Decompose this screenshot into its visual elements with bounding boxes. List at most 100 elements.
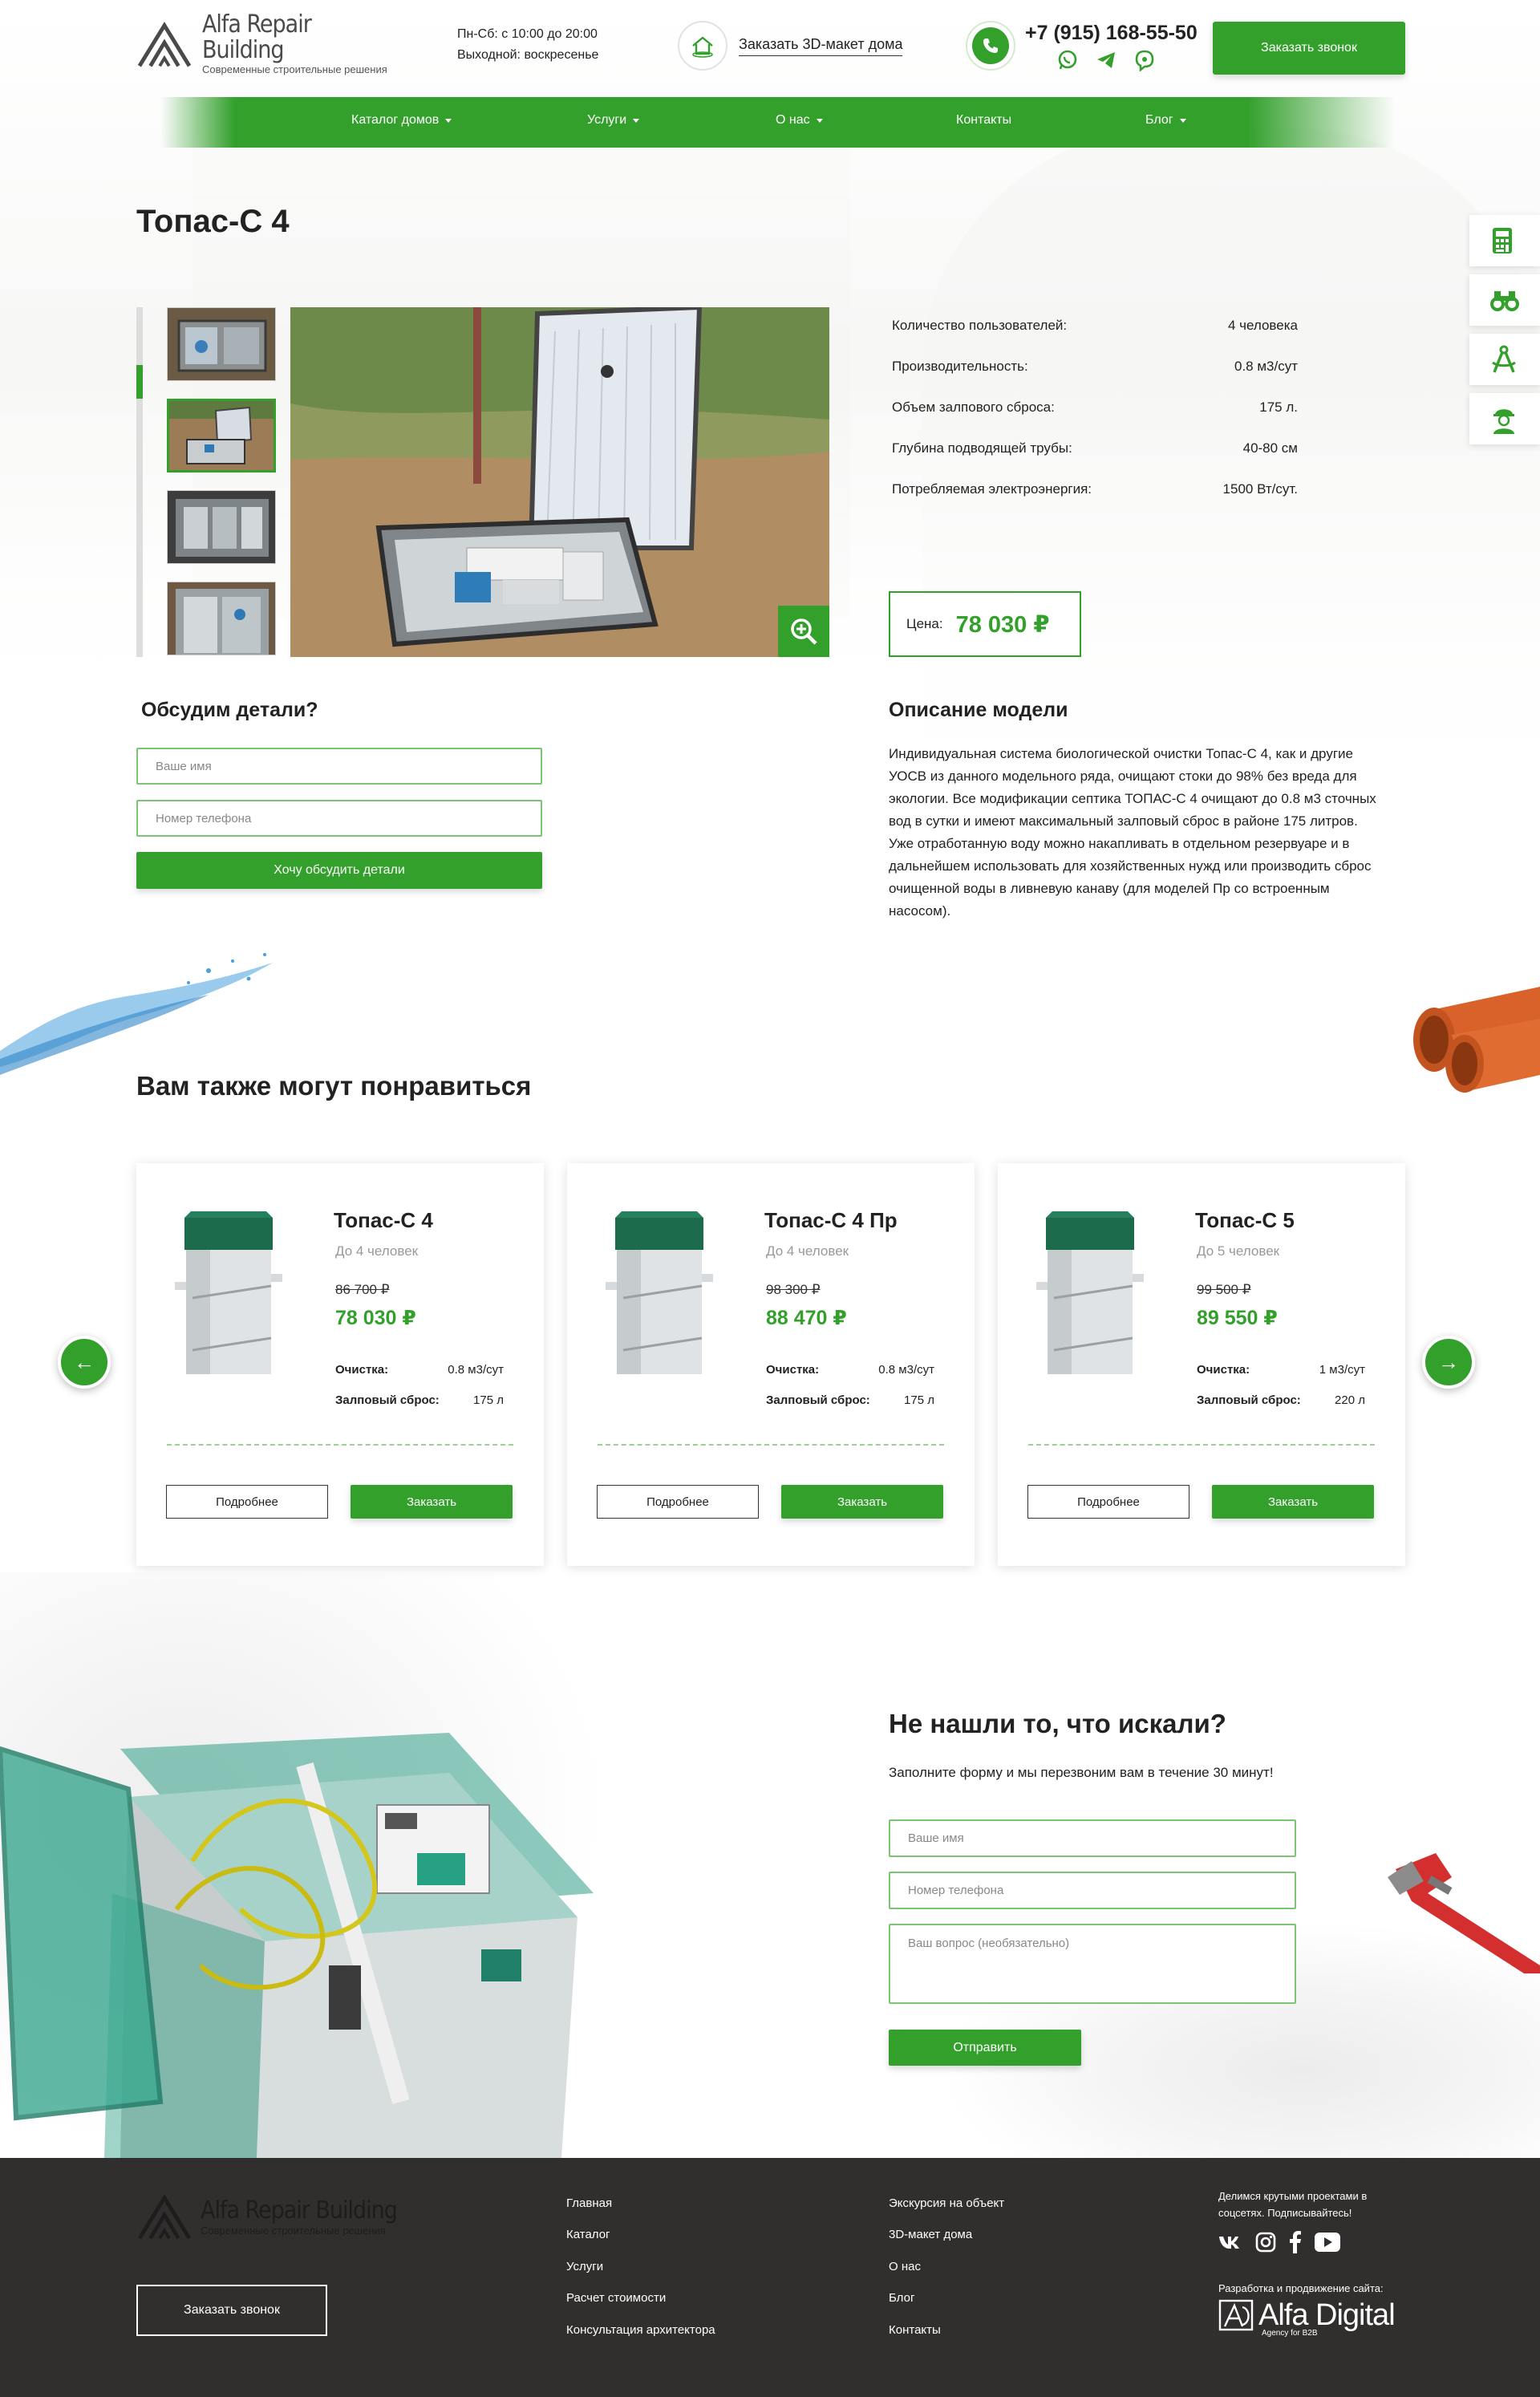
footer-link-blog[interactable]: Блог <box>889 2291 914 2305</box>
footer-link-about[interactable]: О нас <box>889 2260 921 2273</box>
card-divider <box>598 1444 944 1446</box>
spec-row: Объем залпового сброса: 175 л. <box>892 387 1298 428</box>
card-spec-row: Залповый сброс: 175 л <box>335 1393 504 1407</box>
contact-form-title: Не нашли то, что искали? <box>889 1709 1226 1738</box>
gallery-thumbnail-active[interactable] <box>167 399 276 473</box>
chevron-down-icon <box>445 118 452 123</box>
price-box: Цена: 78 030 ₽ <box>889 591 1081 657</box>
nav-item-about[interactable]: О нас <box>776 113 823 128</box>
card-order-button[interactable]: Заказать <box>1212 1485 1374 1519</box>
social-note: Делимся крутыми проектами в соцсетях. По… <box>1218 2190 1368 2219</box>
footer-link-3d-model[interactable]: 3D-макет дома <box>889 2228 972 2241</box>
card-details-button[interactable]: Подробнее <box>597 1485 759 1519</box>
discuss-submit-button[interactable]: Хочу обсудить детали <box>136 852 542 889</box>
carousel-next-arrow[interactable]: → <box>1422 1336 1475 1389</box>
spec-label: Потребляемая электроэнергия: <box>892 481 1092 497</box>
product-card[interactable]: Топас-С 4 До 4 человек 86 700 ₽ 78 030 ₽… <box>136 1163 544 1566</box>
card-spec-value: 220 л <box>1335 1393 1365 1407</box>
discuss-phone-input[interactable]: Номер телефона <box>136 800 542 837</box>
card-details-button[interactable]: Подробнее <box>166 1485 328 1519</box>
contact-question-textarea[interactable]: Ваш вопрос (необязательно) <box>889 1924 1296 2004</box>
house-3d-icon <box>678 21 727 71</box>
product-card[interactable]: Топас-С 4 Пр До 4 человек 98 300 ₽ 88 47… <box>567 1163 975 1566</box>
gallery-scrollbar[interactable] <box>136 307 143 657</box>
order-3d-model-label[interactable]: Заказать 3D-макет дома <box>739 36 903 56</box>
card-spec-value: 0.8 м3/сут <box>448 1363 504 1377</box>
whatsapp-icon[interactable] <box>1056 48 1080 72</box>
site-logo[interactable]: Alfa Repair Building Современные строите… <box>136 12 393 75</box>
nav-item-catalog[interactable]: Каталог домов <box>351 113 452 128</box>
card-title[interactable]: Топас-С 4 Пр <box>764 1208 898 1233</box>
gallery-scrollbar-thumb[interactable] <box>136 365 143 399</box>
footer-logo-subtitle: Современные строительные решения <box>201 2225 386 2237</box>
footer-link-architect[interactable]: Консультация архитектора <box>566 2323 715 2337</box>
phone-number[interactable]: +7 (915) 168-55-50 <box>1025 22 1198 45</box>
nav-item-services[interactable]: Услуги <box>587 113 640 128</box>
nav-item-label: Контакты <box>956 113 1012 127</box>
contact-name-input[interactable]: Ваше имя <box>889 1819 1296 1857</box>
calculator-button[interactable] <box>1469 215 1540 266</box>
product-card[interactable]: Топас-С 5 До 5 человек 99 500 ₽ 89 550 ₽… <box>998 1163 1405 1566</box>
contact-phone-input[interactable]: Номер телефона <box>889 1872 1296 1909</box>
footer-logo[interactable]: Alfa Repair Building Современные строите… <box>136 2193 398 2240</box>
callback-button[interactable]: Заказать звонок <box>1213 22 1405 75</box>
spec-label: Количество пользователей: <box>892 317 1068 333</box>
card-order-button[interactable]: Заказать <box>781 1485 943 1519</box>
septic-tank-3d-image <box>0 1733 594 2158</box>
carousel-prev-arrow[interactable]: ← <box>58 1336 111 1389</box>
zoom-icon[interactable] <box>778 606 829 657</box>
side-toolbar <box>1469 215 1540 444</box>
card-details-button[interactable]: Подробнее <box>1027 1485 1189 1519</box>
alfa-digital-title: Alfa Digital <box>1258 2298 1396 2332</box>
septic-tank-image <box>1036 1211 1144 1374</box>
nav-item-blog[interactable]: Блог <box>1145 113 1186 128</box>
vk-icon[interactable] <box>1218 2234 1242 2250</box>
telegram-icon[interactable] <box>1094 48 1118 72</box>
card-title[interactable]: Топас-С 5 <box>1195 1208 1295 1233</box>
discuss-name-input[interactable]: Ваше имя <box>136 748 542 785</box>
excursion-button[interactable] <box>1469 274 1540 326</box>
footer-callback-button[interactable]: Заказать звонок <box>136 2285 327 2336</box>
nav-item-contacts[interactable]: Контакты <box>956 113 1011 128</box>
card-spec-label: Залповый сброс: <box>1197 1393 1301 1407</box>
nav-item-label: О нас <box>776 113 810 127</box>
spec-row: Количество пользователей: 4 человека <box>892 305 1298 346</box>
phone-icon[interactable] <box>966 21 1015 71</box>
contact-submit-button[interactable]: Отправить <box>889 2030 1081 2066</box>
card-title[interactable]: Топас-С 4 <box>334 1208 433 1233</box>
architect-button[interactable] <box>1469 334 1540 385</box>
alfa-digital-logo[interactable]: Alfa Digital Agency for B2B <box>1218 2298 1396 2338</box>
recommendations-title: Вам также могут понравиться <box>136 1071 532 1101</box>
spec-label: Глубина подводящей трубы: <box>892 440 1072 456</box>
spec-label: Объем залпового сброса: <box>892 399 1055 415</box>
footer-link-services[interactable]: Услуги <box>566 2260 603 2273</box>
card-spec-label: Очистка: <box>766 1363 820 1377</box>
footer: Alfa Repair Building Современные строите… <box>0 2158 1540 2397</box>
contact-form-subtitle: Заполните форму и мы перезвоним вам в те… <box>889 1765 1274 1780</box>
card-divider <box>167 1444 513 1446</box>
instagram-icon[interactable] <box>1255 2232 1276 2253</box>
footer-link-excursion[interactable]: Экскурсия на объект <box>889 2196 1004 2210</box>
card-price: 89 550 ₽ <box>1197 1307 1278 1329</box>
footer-link-home[interactable]: Главная <box>566 2196 612 2210</box>
card-price: 88 470 ₽ <box>766 1307 847 1329</box>
gallery-thumbnail[interactable] <box>167 582 276 655</box>
main-product-photo[interactable] <box>290 307 829 657</box>
viber-icon[interactable] <box>1133 48 1157 72</box>
card-spec-row: Очистка: 1 м3/сут <box>1197 1363 1365 1377</box>
card-order-button[interactable]: Заказать <box>351 1485 513 1519</box>
spec-row: Потребляемая электроэнергия: 1500 Вт/сут. <box>892 468 1298 509</box>
footer-link-cost[interactable]: Расчет стоимости <box>566 2291 666 2305</box>
youtube-icon[interactable] <box>1315 2233 1340 2252</box>
gallery-thumbnail[interactable] <box>167 307 276 381</box>
card-old-price: 99 500 ₽ <box>1197 1282 1251 1297</box>
footer-link-contacts[interactable]: Контакты <box>889 2323 941 2337</box>
facebook-icon[interactable] <box>1289 2231 1302 2253</box>
footer-link-catalog[interactable]: Каталог <box>566 2228 610 2241</box>
alfa-digital-mark-icon <box>1218 2299 1254 2331</box>
septic-tank-image <box>606 1211 713 1374</box>
gallery-thumbnail[interactable] <box>167 490 276 564</box>
builder-button[interactable] <box>1469 393 1540 444</box>
weekend-line: Выходной: воскресенье <box>457 48 599 62</box>
order-3d-model-link[interactable]: Заказать 3D-макет дома <box>678 19 910 72</box>
